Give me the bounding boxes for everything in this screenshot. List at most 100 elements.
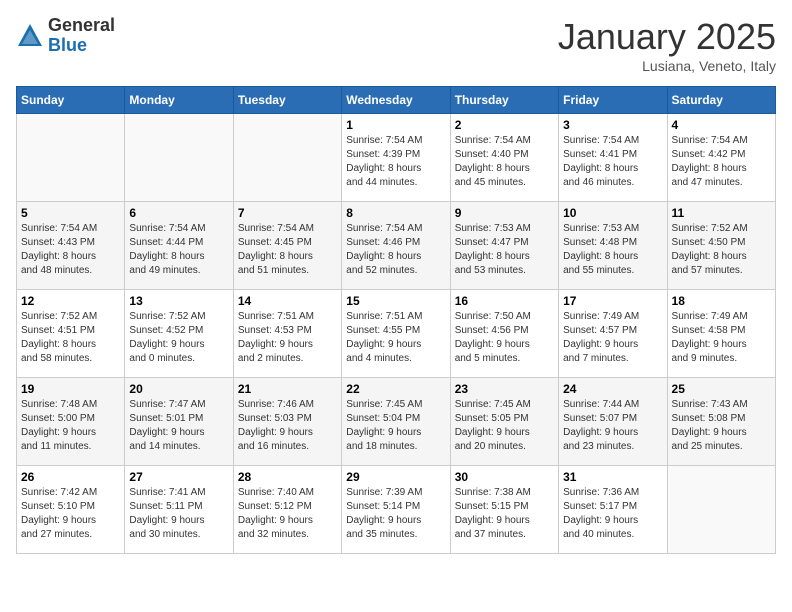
weekday-header: Friday bbox=[559, 87, 667, 114]
calendar-cell: 22 Sunrise: 7:45 AM Sunset: 5:04 PM Dayli… bbox=[342, 378, 450, 466]
day-number: 6 bbox=[129, 206, 228, 220]
day-number: 29 bbox=[346, 470, 445, 484]
calendar-week-row: 5Sunrise: 7:54 AM Sunset: 4:43 PM Daylig… bbox=[17, 202, 776, 290]
logo: General Blue bbox=[16, 16, 115, 56]
day-number: 26 bbox=[21, 470, 120, 484]
logo-general-text: General bbox=[48, 15, 115, 35]
day-number: 9 bbox=[455, 206, 554, 220]
day-info: Sunrise: 7:52 AM Sunset: 4:51 PM Dayligh… bbox=[21, 310, 120, 366]
day-info: Sunrise: 7:54 AM Sunset: 4:42 PM Dayligh… bbox=[672, 134, 771, 190]
calendar-cell: 3 Sunrise: 7:54 AM Sunset: 4:41 PM Daylig… bbox=[559, 114, 667, 202]
day-number: 17 bbox=[563, 294, 662, 308]
calendar-cell: 9 Sunrise: 7:53 AM Sunset: 4:47 PM Daylig… bbox=[450, 202, 558, 290]
calendar-week-row: 19 Sunrise: 7:48 AM Sunset: 5:00 PM Dayli… bbox=[17, 378, 776, 466]
calendar-cell: 16 Sunrise: 7:50 AM Sunset: 4:56 PM Dayli… bbox=[450, 290, 558, 378]
day-info: Sunrise: 7:45 AM Sunset: 5:05 PM Dayligh… bbox=[455, 398, 554, 454]
weekday-row: SundayMondayTuesdayWednesdayThursdayFrid… bbox=[17, 87, 776, 114]
day-number: 25 bbox=[672, 382, 771, 396]
day-number: 12 bbox=[21, 294, 120, 308]
calendar-cell bbox=[17, 114, 125, 202]
day-number: 20 bbox=[129, 382, 228, 396]
day-number: 31 bbox=[563, 470, 662, 484]
day-number: 3 bbox=[563, 118, 662, 132]
day-info: Sunrise: 7:50 AM Sunset: 4:56 PM Dayligh… bbox=[455, 310, 554, 366]
day-number: 30 bbox=[455, 470, 554, 484]
calendar-cell: 28 Sunrise: 7:40 AM Sunset: 5:12 PM Dayli… bbox=[233, 466, 341, 554]
weekday-header: Sunday bbox=[17, 87, 125, 114]
day-number: 22 bbox=[346, 382, 445, 396]
calendar-cell: 27 Sunrise: 7:41 AM Sunset: 5:11 PM Dayli… bbox=[125, 466, 233, 554]
calendar-cell: 11 Sunrise: 7:52 AM Sunset: 4:50 PM Dayli… bbox=[667, 202, 775, 290]
day-number: 7 bbox=[238, 206, 337, 220]
day-number: 13 bbox=[129, 294, 228, 308]
day-info: Sunrise: 7:43 AM Sunset: 5:08 PM Dayligh… bbox=[672, 398, 771, 454]
calendar-cell: 10Sunrise: 7:53 AM Sunset: 4:48 PM Dayli… bbox=[559, 202, 667, 290]
day-info: Sunrise: 7:41 AM Sunset: 5:11 PM Dayligh… bbox=[129, 486, 228, 542]
day-info: Sunrise: 7:52 AM Sunset: 4:50 PM Dayligh… bbox=[672, 222, 771, 278]
calendar-cell: 14 Sunrise: 7:51 AM Sunset: 4:53 PM Dayli… bbox=[233, 290, 341, 378]
day-number: 24 bbox=[563, 382, 662, 396]
day-number: 4 bbox=[672, 118, 771, 132]
day-info: Sunrise: 7:54 AM Sunset: 4:40 PM Dayligh… bbox=[455, 134, 554, 190]
day-info: Sunrise: 7:53 AM Sunset: 4:47 PM Dayligh… bbox=[455, 222, 554, 278]
calendar-cell: 12 Sunrise: 7:52 AM Sunset: 4:51 PM Dayli… bbox=[17, 290, 125, 378]
day-info: Sunrise: 7:54 AM Sunset: 4:39 PM Dayligh… bbox=[346, 134, 445, 190]
calendar-week-row: 12 Sunrise: 7:52 AM Sunset: 4:51 PM Dayli… bbox=[17, 290, 776, 378]
weekday-header: Tuesday bbox=[233, 87, 341, 114]
title-block: January 2025 Lusiana, Veneto, Italy bbox=[558, 16, 776, 74]
day-info: Sunrise: 7:54 AM Sunset: 4:41 PM Dayligh… bbox=[563, 134, 662, 190]
calendar-cell: 15 Sunrise: 7:51 AM Sunset: 4:55 PM Dayli… bbox=[342, 290, 450, 378]
day-info: Sunrise: 7:39 AM Sunset: 5:14 PM Dayligh… bbox=[346, 486, 445, 542]
day-number: 23 bbox=[455, 382, 554, 396]
day-number: 1 bbox=[346, 118, 445, 132]
calendar-subtitle: Lusiana, Veneto, Italy bbox=[558, 58, 776, 74]
calendar-cell: 4 Sunrise: 7:54 AM Sunset: 4:42 PM Daylig… bbox=[667, 114, 775, 202]
day-number: 19 bbox=[21, 382, 120, 396]
day-info: Sunrise: 7:51 AM Sunset: 4:55 PM Dayligh… bbox=[346, 310, 445, 366]
day-number: 8 bbox=[346, 206, 445, 220]
weekday-header: Thursday bbox=[450, 87, 558, 114]
day-number: 11 bbox=[672, 206, 771, 220]
calendar-cell bbox=[125, 114, 233, 202]
calendar-cell: 24 Sunrise: 7:44 AM Sunset: 5:07 PM Dayli… bbox=[559, 378, 667, 466]
calendar-cell: 6Sunrise: 7:54 AM Sunset: 4:44 PM Daylig… bbox=[125, 202, 233, 290]
day-number: 15 bbox=[346, 294, 445, 308]
weekday-header: Monday bbox=[125, 87, 233, 114]
day-info: Sunrise: 7:45 AM Sunset: 5:04 PM Dayligh… bbox=[346, 398, 445, 454]
day-info: Sunrise: 7:44 AM Sunset: 5:07 PM Dayligh… bbox=[563, 398, 662, 454]
calendar-cell bbox=[667, 466, 775, 554]
calendar-cell: 18Sunrise: 7:49 AM Sunset: 4:58 PM Dayli… bbox=[667, 290, 775, 378]
calendar-week-row: 26 Sunrise: 7:42 AM Sunset: 5:10 PM Dayli… bbox=[17, 466, 776, 554]
day-info: Sunrise: 7:40 AM Sunset: 5:12 PM Dayligh… bbox=[238, 486, 337, 542]
calendar-cell: 5Sunrise: 7:54 AM Sunset: 4:43 PM Daylig… bbox=[17, 202, 125, 290]
day-number: 14 bbox=[238, 294, 337, 308]
logo-blue-text: Blue bbox=[48, 35, 87, 55]
day-number: 28 bbox=[238, 470, 337, 484]
calendar-cell bbox=[233, 114, 341, 202]
day-number: 16 bbox=[455, 294, 554, 308]
calendar-cell: 20Sunrise: 7:47 AM Sunset: 5:01 PM Dayli… bbox=[125, 378, 233, 466]
day-info: Sunrise: 7:54 AM Sunset: 4:46 PM Dayligh… bbox=[346, 222, 445, 278]
calendar-cell: 30 Sunrise: 7:38 AM Sunset: 5:15 PM Dayli… bbox=[450, 466, 558, 554]
weekday-header: Saturday bbox=[667, 87, 775, 114]
day-info: Sunrise: 7:38 AM Sunset: 5:15 PM Dayligh… bbox=[455, 486, 554, 542]
calendar-cell: 25 Sunrise: 7:43 AM Sunset: 5:08 PM Dayli… bbox=[667, 378, 775, 466]
calendar-body: 1 Sunrise: 7:54 AM Sunset: 4:39 PM Daylig… bbox=[17, 114, 776, 554]
day-number: 27 bbox=[129, 470, 228, 484]
day-info: Sunrise: 7:42 AM Sunset: 5:10 PM Dayligh… bbox=[21, 486, 120, 542]
page-header: General Blue January 2025 Lusiana, Venet… bbox=[16, 16, 776, 74]
calendar-title: January 2025 bbox=[558, 16, 776, 58]
day-info: Sunrise: 7:49 AM Sunset: 4:57 PM Dayligh… bbox=[563, 310, 662, 366]
day-info: Sunrise: 7:46 AM Sunset: 5:03 PM Dayligh… bbox=[238, 398, 337, 454]
calendar-header: SundayMondayTuesdayWednesdayThursdayFrid… bbox=[17, 87, 776, 114]
day-info: Sunrise: 7:54 AM Sunset: 4:43 PM Dayligh… bbox=[21, 222, 120, 278]
day-info: Sunrise: 7:51 AM Sunset: 4:53 PM Dayligh… bbox=[238, 310, 337, 366]
day-number: 21 bbox=[238, 382, 337, 396]
logo-text: General Blue bbox=[48, 16, 115, 56]
calendar-cell: 7Sunrise: 7:54 AM Sunset: 4:45 PM Daylig… bbox=[233, 202, 341, 290]
day-info: Sunrise: 7:48 AM Sunset: 5:00 PM Dayligh… bbox=[21, 398, 120, 454]
day-info: Sunrise: 7:49 AM Sunset: 4:58 PM Dayligh… bbox=[672, 310, 771, 366]
calendar-cell: 8 Sunrise: 7:54 AM Sunset: 4:46 PM Daylig… bbox=[342, 202, 450, 290]
day-number: 10 bbox=[563, 206, 662, 220]
calendar-table: SundayMondayTuesdayWednesdayThursdayFrid… bbox=[16, 86, 776, 554]
